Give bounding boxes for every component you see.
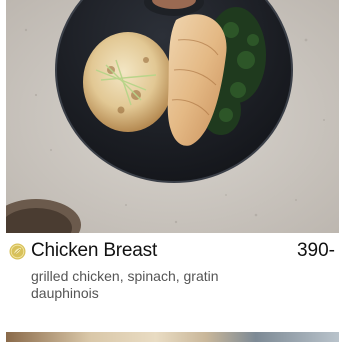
next-dish-photo[interactable] bbox=[6, 332, 339, 342]
leaf-badge-icon bbox=[9, 243, 26, 260]
dish-photo[interactable] bbox=[6, 0, 339, 233]
dish-name: Chicken Breast bbox=[31, 240, 158, 261]
menu-item-chicken-breast[interactable]: Chicken Breast 390- grilled chicken, spi… bbox=[0, 233, 339, 328]
dish-photo-illustration bbox=[6, 0, 339, 233]
dish-description: grilled chicken, spinach, gratin dauphin… bbox=[31, 268, 219, 301]
dish-price: 390- bbox=[296, 240, 335, 261]
